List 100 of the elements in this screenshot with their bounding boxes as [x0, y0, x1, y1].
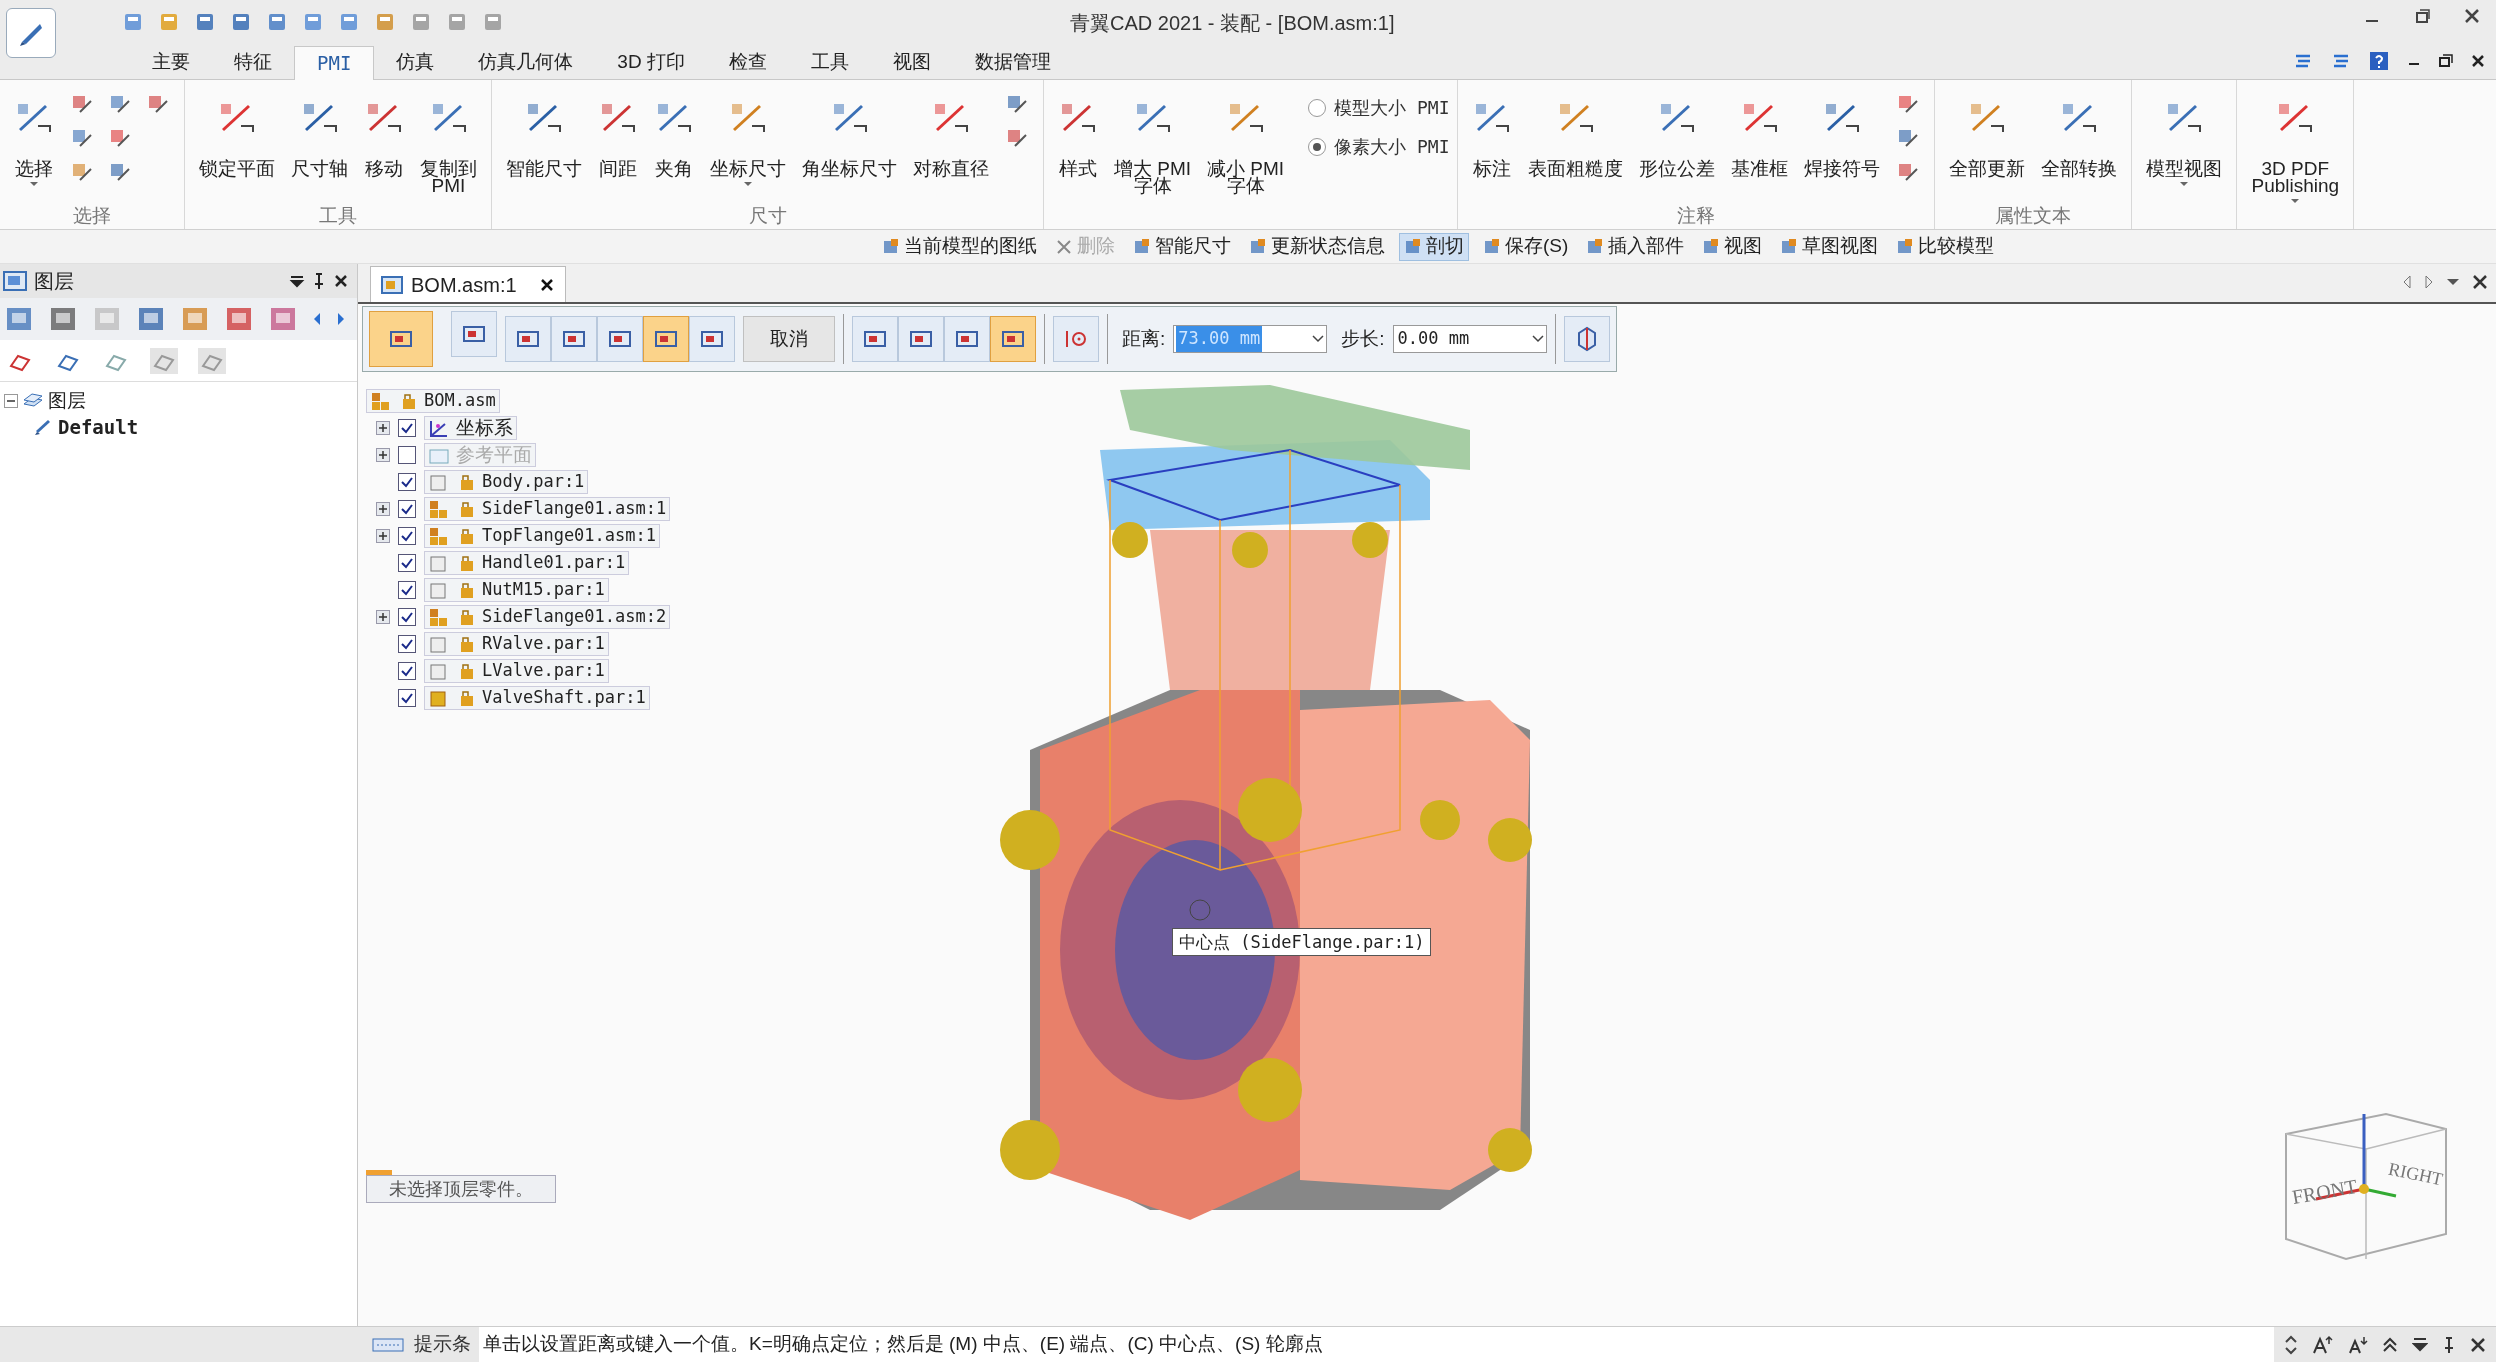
- document-tab[interactable]: BOM.asm:1: [370, 266, 566, 302]
- help-icon[interactable]: [2368, 50, 2390, 72]
- checkbox[interactable]: [398, 662, 416, 680]
- ribbon-button[interactable]: 角坐标尺寸: [796, 86, 903, 198]
- expand-icon[interactable]: [376, 421, 390, 435]
- tree-item[interactable]: TopFlange01.asm:1: [424, 524, 660, 548]
- ribbon-tab[interactable]: 视图: [870, 45, 953, 79]
- toggle-button[interactable]: [944, 316, 990, 362]
- ribbon-tab[interactable]: 仿真几何体: [456, 45, 596, 79]
- ribbon-button[interactable]: 标注: [1466, 86, 1519, 198]
- toggle-button[interactable]: [451, 311, 497, 357]
- pin-icon[interactable]: [2442, 1335, 2456, 1354]
- ribbon-button[interactable]: 全部更新: [1943, 86, 2032, 198]
- ribbon-button[interactable]: 坐标尺寸: [704, 86, 792, 198]
- ribbon-button[interactable]: 对称直径: [907, 86, 995, 198]
- ribbon-button[interactable]: 尺寸轴: [285, 86, 354, 198]
- command-button[interactable]: 剖切: [1399, 232, 1469, 261]
- layer-tool-icon[interactable]: [196, 345, 228, 376]
- ribbon-tab[interactable]: PMI: [294, 46, 375, 80]
- checkbox[interactable]: [398, 554, 416, 572]
- toggle-button[interactable]: [505, 316, 551, 362]
- command-button[interactable]: 当前模型的图纸: [878, 232, 1041, 261]
- close-icon[interactable]: [2470, 1336, 2486, 1353]
- collapse-icon[interactable]: [2382, 1335, 2398, 1354]
- ribbon-button[interactable]: 形位公差: [1633, 86, 1722, 198]
- radio-button[interactable]: [1308, 137, 1327, 156]
- ribbon-tab[interactable]: 特征: [212, 45, 294, 79]
- checkbox[interactable]: [398, 689, 416, 707]
- ribbon-button[interactable]: 减小 PMI 字体: [1201, 86, 1291, 198]
- scroll-left-icon[interactable]: [312, 312, 322, 326]
- font-increase-icon[interactable]: [2312, 1334, 2334, 1355]
- checkbox[interactable]: [398, 527, 416, 545]
- ribbon-button[interactable]: 复制到 PMI: [414, 86, 483, 198]
- expand-icon[interactable]: [376, 448, 390, 462]
- ribbon-tab[interactable]: 检查: [706, 45, 789, 79]
- ribbon-button[interactable]: 间距: [592, 86, 644, 198]
- toggle-button[interactable]: [852, 316, 898, 362]
- ribbon-tab[interactable]: 仿真: [374, 45, 457, 79]
- spinner-icon[interactable]: [2284, 1333, 2298, 1356]
- close-icon[interactable]: [333, 273, 349, 289]
- checkbox[interactable]: [398, 608, 416, 626]
- tree-item[interactable]: SideFlange01.asm:2: [424, 605, 671, 629]
- ribbon-button[interactable]: 夹角: [648, 86, 700, 198]
- toggle-button[interactable]: [898, 316, 944, 362]
- ribbon-button[interactable]: 表面粗糙度: [1522, 86, 1630, 198]
- toolbar-icon[interactable]: [266, 11, 288, 33]
- layer-tool-icon[interactable]: [148, 345, 180, 376]
- ribbon-tab[interactable]: 工具: [788, 45, 871, 79]
- ribbon-button[interactable]: 全部转换: [2035, 86, 2124, 198]
- expand-icon[interactable]: [376, 529, 390, 543]
- radio-button[interactable]: [1308, 98, 1327, 117]
- toolbar-icon[interactable]: [230, 11, 252, 33]
- toolbar-icon[interactable]: [194, 11, 216, 33]
- toggle-button[interactable]: [643, 316, 689, 362]
- tree-item[interactable]: RValve.par:1: [424, 632, 609, 656]
- close-icon[interactable]: [2472, 274, 2488, 290]
- command-button[interactable]: 智能尺寸: [1129, 232, 1235, 261]
- ribbon-button[interactable]: 3D PDF Publishing: [2245, 86, 2346, 198]
- checkbox[interactable]: [398, 473, 416, 491]
- section-button[interactable]: [1563, 316, 1610, 362]
- scroll-left-icon[interactable]: [2402, 275, 2412, 289]
- ribbon-button[interactable]: 增大 PMI 字体: [1108, 86, 1198, 198]
- close-icon[interactable]: [538, 276, 555, 293]
- ribbon-button[interactable]: 模型视图: [2140, 86, 2229, 198]
- toolbar-icon[interactable]: [302, 11, 324, 33]
- toolbar-icon[interactable]: [122, 11, 144, 33]
- ribbon-button[interactable]: 锁定平面: [193, 86, 281, 198]
- command-button[interactable]: 保存(S): [1479, 232, 1573, 261]
- expand-icon[interactable]: [376, 502, 390, 516]
- view-cube[interactable]: [2285, 1112, 2447, 1261]
- ribbon-button[interactable]: 选择: [8, 86, 60, 198]
- scroll-right-icon[interactable]: [2424, 275, 2434, 289]
- dropdown-icon[interactable]: [2412, 1335, 2428, 1354]
- restore-icon[interactable]: [2438, 53, 2454, 69]
- tree-item[interactable]: Body.par:1: [424, 470, 589, 494]
- tree-item[interactable]: NutM15.par:1: [424, 578, 609, 602]
- dropdown-icon[interactable]: [2446, 277, 2460, 287]
- command-button[interactable]: 比较模型: [1892, 232, 1999, 261]
- tree-item[interactable]: ValveShaft.par:1: [424, 686, 650, 710]
- close-icon[interactable]: [2470, 53, 2486, 69]
- tree-item[interactable]: SideFlange01.asm:1: [424, 497, 671, 521]
- command-button[interactable]: 视图: [1698, 232, 1767, 261]
- checkbox[interactable]: [398, 635, 416, 653]
- ribbon-tab[interactable]: 主要: [130, 45, 212, 79]
- tree-item[interactable]: Handle01.par:1: [424, 551, 630, 575]
- command-button[interactable]: 草图视图: [1776, 232, 1883, 261]
- cancel-button[interactable]: 取消: [743, 316, 835, 362]
- ribbon-button[interactable]: 样式: [1052, 86, 1104, 198]
- command-button[interactable]: 更新状态信息: [1245, 232, 1389, 261]
- app-menu-button[interactable]: [6, 8, 56, 58]
- toggle-button[interactable]: [551, 316, 597, 362]
- checkbox[interactable]: [398, 500, 416, 518]
- tree-item[interactable]: LValve.par:1: [424, 659, 609, 683]
- ribbon-button[interactable]: 基准框: [1725, 86, 1795, 198]
- expand-icon[interactable]: [376, 610, 390, 624]
- font-decrease-icon[interactable]: [2348, 1334, 2368, 1355]
- ribbon-tab[interactable]: 3D 打印: [595, 45, 707, 79]
- ribbon-button[interactable]: 焊接符号: [1798, 86, 1887, 198]
- ribbon-button[interactable]: 移动: [358, 86, 410, 198]
- toggle-button[interactable]: [689, 316, 735, 362]
